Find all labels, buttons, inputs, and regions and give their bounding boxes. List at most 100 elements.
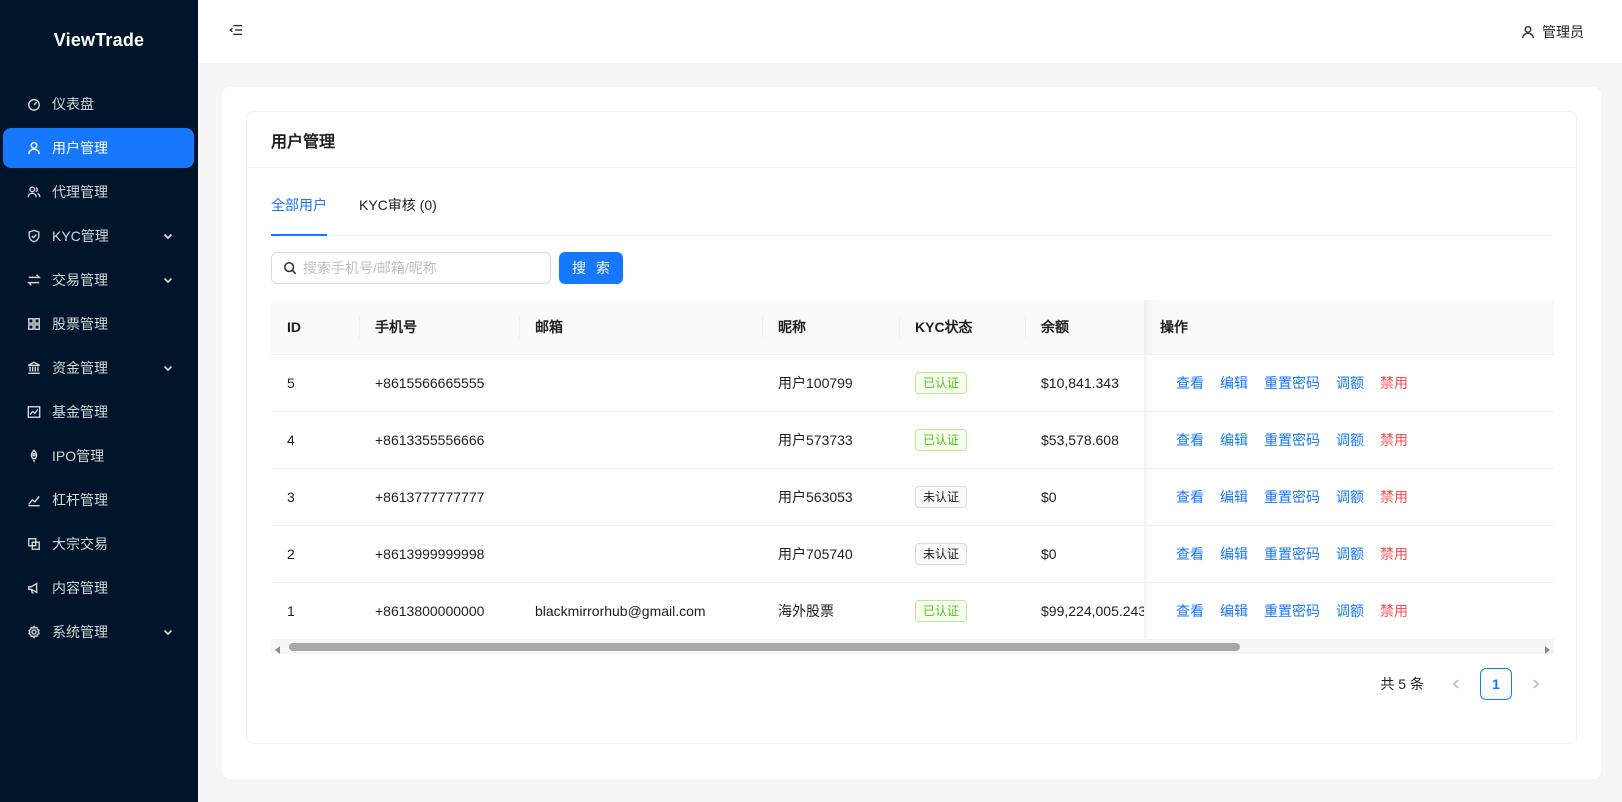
pagination-page-1[interactable]: 1 <box>1480 668 1512 700</box>
cell-email <box>519 354 762 412</box>
column-header-id: ID <box>271 300 359 355</box>
sidebar-item-2[interactable]: 代理管理 <box>3 172 194 212</box>
row-actions: 查看 编辑 重置密码 调额 禁用 <box>1160 373 1554 393</box>
kyc-status-badge: 已认证 <box>915 371 968 394</box>
cell-nickname: 海外股票 <box>762 582 899 640</box>
block-icon <box>26 536 42 552</box>
view-button[interactable]: 查看 <box>1168 373 1212 393</box>
reset-password-button[interactable]: 重置密码 <box>1256 430 1328 450</box>
sidebar-item-0[interactable]: 仪表盘 <box>3 84 194 124</box>
menu-fold-button[interactable] <box>229 23 245 39</box>
sidebar-item-5[interactable]: 股票管理 <box>3 304 194 344</box>
bank-icon <box>26 360 42 376</box>
cell-phone: +8613777777777 <box>359 468 519 526</box>
sidebar-item-7[interactable]: 基金管理 <box>3 392 194 432</box>
table-row: 1 +8613800000000 blackmirrorhub@gmail.com 海… <box>271 582 1554 640</box>
cell-phone: +8613800000000 <box>359 582 519 640</box>
cell-balance: $0 <box>1025 468 1144 526</box>
row-actions: 查看 编辑 重置密码 调额 禁用 <box>1160 601 1554 621</box>
sidebar-item-label: 用户管理 <box>52 140 108 156</box>
sidebar-item-1[interactable]: 用户管理 <box>3 128 194 168</box>
view-button[interactable]: 查看 <box>1168 601 1212 621</box>
search-row: 搜 索 <box>271 252 1552 284</box>
cell-id: 1 <box>271 582 359 640</box>
reset-password-button[interactable]: 重置密码 <box>1256 487 1328 507</box>
grid-icon <box>26 316 42 332</box>
top-header: 管理员 <box>198 0 1622 63</box>
tab-kyc-review[interactable]: KYC审核 (0) <box>359 193 437 235</box>
sidebar-item-9[interactable]: 杠杆管理 <box>3 480 194 520</box>
column-header-nickname: 昵称 <box>762 300 899 355</box>
table-row: 5 +8615566665555 用户100799 已认证 $10,841.343 查看编… <box>271 354 1554 412</box>
menu-fold-icon <box>229 24 243 36</box>
cell-id: 2 <box>271 525 359 583</box>
edit-button[interactable]: 编辑 <box>1212 430 1256 450</box>
disable-button[interactable]: 禁用 <box>1372 373 1416 393</box>
reset-password-button[interactable]: 重置密码 <box>1256 373 1328 393</box>
scrollbar-thumb[interactable] <box>289 642 1240 651</box>
adjust-balance-button[interactable]: 调额 <box>1328 544 1372 564</box>
sidebar-item-4[interactable]: 交易管理 <box>3 260 194 300</box>
sidebar-item-3[interactable]: KYC管理 <box>3 216 194 256</box>
dashboard-icon <box>26 96 42 112</box>
pagination-prev-button[interactable] <box>1440 668 1472 700</box>
chevron-down-icon[interactable] <box>162 229 176 243</box>
horizontal-scrollbar[interactable] <box>271 639 1554 654</box>
cell-actions: 查看 编辑 重置密码 调额 禁用 <box>1144 582 1554 640</box>
edit-button[interactable]: 编辑 <box>1212 601 1256 621</box>
row-actions: 查看 编辑 重置密码 调额 禁用 <box>1160 487 1554 507</box>
cell-kyc-status: 已认证 <box>899 411 1025 469</box>
sidebar-item-label: 仪表盘 <box>52 96 94 112</box>
kyc-status-badge: 未认证 <box>915 542 968 565</box>
edit-button[interactable]: 编辑 <box>1212 487 1256 507</box>
sidebar-item-10[interactable]: 大宗交易 <box>3 524 194 564</box>
cell-email <box>519 411 762 469</box>
adjust-balance-button[interactable]: 调额 <box>1328 373 1372 393</box>
sidebar-item-12[interactable]: 系统管理 <box>3 612 194 652</box>
cell-phone: +8613999999998 <box>359 525 519 583</box>
chevron-down-icon[interactable] <box>162 625 176 639</box>
sidebar: ViewTrade 仪表盘用户管理代理管理 KYC管理 交易管理 股票管理 资金管理 基金… <box>0 0 198 802</box>
tab-all-users[interactable]: 全部用户 <box>271 193 327 236</box>
sidebar-item-label: 杠杆管理 <box>52 492 108 508</box>
view-button[interactable]: 查看 <box>1168 430 1212 450</box>
user-icon <box>26 140 42 156</box>
edit-button[interactable]: 编辑 <box>1212 373 1256 393</box>
cell-balance: $99,224,005.243 <box>1025 582 1144 640</box>
search-input[interactable] <box>303 260 543 276</box>
disable-button[interactable]: 禁用 <box>1372 487 1416 507</box>
scroll-left-arrow[interactable] <box>273 642 283 654</box>
column-header-actions: 操作 <box>1144 300 1554 355</box>
chevron-down-icon[interactable] <box>162 361 176 375</box>
sidebar-item-8[interactable]: IPO管理 <box>3 436 194 476</box>
adjust-balance-button[interactable]: 调额 <box>1328 430 1372 450</box>
search-button[interactable]: 搜 索 <box>559 252 623 284</box>
shield-icon <box>26 228 42 244</box>
reset-password-button[interactable]: 重置密码 <box>1256 544 1328 564</box>
app-logo: ViewTrade <box>53 29 145 50</box>
view-button[interactable]: 查看 <box>1168 487 1212 507</box>
cell-actions: 查看 编辑 重置密码 调额 禁用 <box>1144 411 1554 469</box>
edit-button[interactable]: 编辑 <box>1212 544 1256 564</box>
disable-button[interactable]: 禁用 <box>1372 601 1416 621</box>
cell-id: 5 <box>271 354 359 412</box>
user-menu[interactable]: 管理员 <box>1521 22 1584 42</box>
disable-button[interactable]: 禁用 <box>1372 544 1416 564</box>
disable-button[interactable]: 禁用 <box>1372 430 1416 450</box>
adjust-balance-button[interactable]: 调额 <box>1328 601 1372 621</box>
sidebar-item-11[interactable]: 内容管理 <box>3 568 194 608</box>
pagination-next-button[interactable] <box>1520 668 1552 700</box>
adjust-balance-button[interactable]: 调额 <box>1328 487 1372 507</box>
cell-phone: +8613355556666 <box>359 411 519 469</box>
row-actions: 查看 编辑 重置密码 调额 禁用 <box>1160 544 1554 564</box>
content-area: 用户管理 全部用户 KYC审核 (0) 搜 索手机号/邮箱/昵称 搜 索 ID … <box>222 87 1601 779</box>
user-management-card: 用户管理 全部用户 KYC审核 (0) 搜 索手机号/邮箱/昵称 搜 索 ID … <box>246 111 1577 744</box>
pagination-total: 共 5 条 <box>1380 676 1424 692</box>
view-button[interactable]: 查看 <box>1168 544 1212 564</box>
sidebar-item-6[interactable]: 资金管理 <box>3 348 194 388</box>
kyc-status-badge: 未认证 <box>915 485 968 508</box>
page-title: 用户管理 <box>247 112 1576 168</box>
scroll-right-arrow[interactable] <box>1542 642 1552 654</box>
reset-password-button[interactable]: 重置密码 <box>1256 601 1328 621</box>
chevron-down-icon[interactable] <box>162 273 176 287</box>
